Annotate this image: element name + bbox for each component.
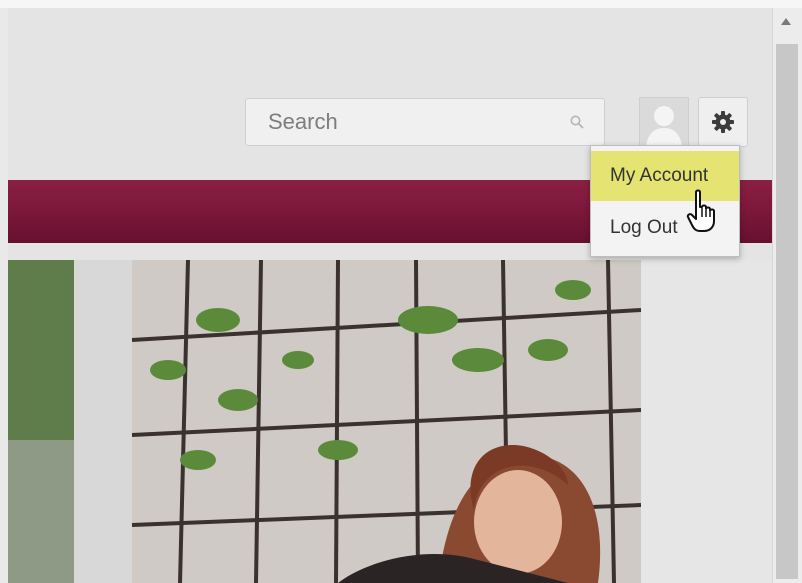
browser-viewport (8, 8, 772, 583)
scroll-up-arrow-icon[interactable] (781, 18, 791, 25)
hero-image (8, 260, 641, 583)
window-top-border (0, 0, 802, 8)
right-side-panel (641, 260, 772, 583)
hand-pointer-icon (686, 189, 715, 232)
user-avatar-button[interactable] (639, 97, 689, 147)
search-icon[interactable] (570, 115, 584, 129)
search-input[interactable] (246, 99, 556, 145)
hero-photo (8, 260, 641, 583)
user-avatar-icon (640, 98, 688, 146)
scrollbar-thumb[interactable] (776, 44, 798, 579)
gear-icon (712, 111, 734, 133)
search-box[interactable] (245, 98, 605, 146)
vertical-scrollbar[interactable] (772, 8, 802, 583)
settings-button[interactable] (698, 97, 748, 147)
